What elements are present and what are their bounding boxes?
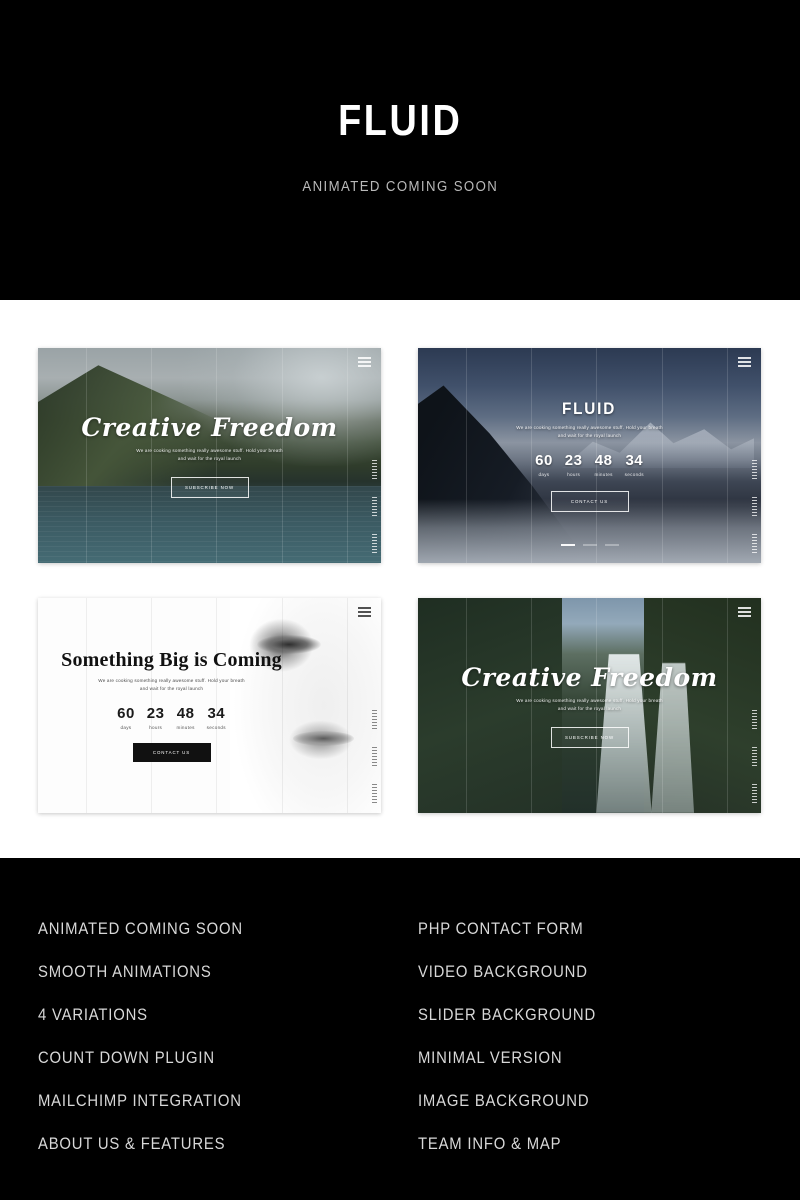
countdown-unit-days: 60 days xyxy=(117,706,135,730)
feature-item: IMAGE BACKGROUND xyxy=(418,1092,590,1110)
countdown-unit-hours: 23 hours xyxy=(147,706,165,730)
feature-item: MAILCHIMP INTEGRATION xyxy=(38,1092,242,1110)
page-title: FLUID xyxy=(337,96,463,145)
tagline-line-2: and wait for the royal launch xyxy=(557,433,622,438)
feature-item: VIDEO BACKGROUND xyxy=(418,963,588,981)
countdown-label: hours xyxy=(149,725,163,731)
page-subtitle: ANIMATED COMING SOON xyxy=(302,178,498,195)
preview-creative-freedom-waterfall[interactable]: Creative Freedom We are cooking somethin… xyxy=(418,598,761,813)
features-column-left: ANIMATED COMING SOON SMOOTH ANIMATIONS 4… xyxy=(38,908,382,1200)
countdown-value: 48 xyxy=(594,452,613,470)
preview-minimal-something-big[interactable]: Something Big is Coming We are cooking s… xyxy=(38,598,381,813)
slider-indicator-1[interactable] xyxy=(560,544,575,546)
countdown-timer: 60 days 23 hours 48 minutes 34 seconds xyxy=(535,453,644,477)
countdown-value: 23 xyxy=(146,705,165,723)
preview-content: FLUID We are cooking something really aw… xyxy=(418,348,761,563)
countdown-label: hours xyxy=(567,472,581,478)
preview-heading: Creative Freedom xyxy=(81,412,338,442)
tagline-line-1: We are cooking something really awesome … xyxy=(98,677,245,683)
preview-heading: Creative Freedom xyxy=(461,662,718,692)
preview-heading: Something Big is Coming xyxy=(61,648,282,671)
preview-creative-freedom-lake[interactable]: Creative Freedom We are cooking somethin… xyxy=(38,348,381,563)
slider-indicator-2[interactable] xyxy=(582,544,597,546)
countdown-label: minutes xyxy=(594,472,613,478)
countdown-label: days xyxy=(120,725,132,731)
tagline-line-2: and wait for the royal launch xyxy=(177,456,242,461)
countdown-unit-minutes: 48 minutes xyxy=(176,706,194,730)
feature-item: 4 VARIATIONS xyxy=(38,1006,148,1024)
feature-item: ABOUT US & FEATURES xyxy=(38,1135,226,1153)
subscribe-now-button[interactable]: SUBSCRIBE NOW xyxy=(170,477,249,499)
tagline-line-2: and wait for the royal launch xyxy=(557,706,622,711)
contact-us-button[interactable]: CONTACT US xyxy=(132,743,211,763)
preview-tagline: We are cooking something really awesome … xyxy=(97,677,247,694)
feature-item: ANIMATED COMING SOON xyxy=(38,920,243,938)
slider-indicator-3[interactable] xyxy=(604,544,619,546)
countdown-unit-days: 60 days xyxy=(535,453,553,477)
preview-content: Creative Freedom We are cooking somethin… xyxy=(38,348,381,563)
contact-us-button[interactable]: CONTACT US xyxy=(550,491,629,513)
countdown-value: 34 xyxy=(625,452,644,470)
preview-fluid-mountains[interactable]: FLUID We are cooking something really aw… xyxy=(418,348,761,563)
feature-item: MINIMAL VERSION xyxy=(418,1049,563,1067)
countdown-unit-hours: 23 hours xyxy=(565,453,583,477)
countdown-unit-minutes: 48 minutes xyxy=(594,453,612,477)
countdown-value: 60 xyxy=(535,452,553,470)
countdown-label: days xyxy=(538,472,550,478)
countdown-value: 34 xyxy=(207,705,226,723)
feature-item: COUNT DOWN PLUGIN xyxy=(38,1049,215,1067)
feature-item: TEAM INFO & MAP xyxy=(418,1135,562,1153)
preview-tagline: We are cooking something really awesome … xyxy=(515,697,665,714)
preview-gallery: Creative Freedom We are cooking somethin… xyxy=(0,300,800,858)
preview-tagline: We are cooking something really awesome … xyxy=(515,424,665,441)
preview-tagline: We are cooking something really awesome … xyxy=(135,447,285,464)
feature-item: SMOOTH ANIMATIONS xyxy=(38,963,212,981)
preview-heading: FLUID xyxy=(562,398,617,418)
countdown-label: seconds xyxy=(624,472,644,478)
tagline-line-1: We are cooking something really awesome … xyxy=(516,424,663,430)
countdown-value: 48 xyxy=(176,705,195,723)
preview-content: Creative Freedom We are cooking somethin… xyxy=(418,598,761,813)
feature-item: PHP CONTACT FORM xyxy=(418,920,584,938)
feature-item: SLIDER BACKGROUND xyxy=(418,1006,596,1024)
countdown-timer: 60 days 23 hours 48 minutes 34 seconds xyxy=(117,706,226,730)
countdown-label: seconds xyxy=(206,725,226,731)
preview-content: Something Big is Coming We are cooking s… xyxy=(38,598,381,813)
tagline-line-1: We are cooking something really awesome … xyxy=(516,697,663,703)
features-section: ANIMATED COMING SOON SMOOTH ANIMATIONS 4… xyxy=(0,858,800,1200)
countdown-label: minutes xyxy=(176,725,195,731)
countdown-unit-seconds: 34 seconds xyxy=(207,706,226,730)
countdown-unit-seconds: 34 seconds xyxy=(625,453,644,477)
tagline-line-2: and wait for the royal launch xyxy=(139,686,204,691)
countdown-value: 23 xyxy=(564,452,583,470)
page-header: FLUID ANIMATED COMING SOON xyxy=(0,0,800,300)
features-column-right: PHP CONTACT FORM VIDEO BACKGROUND SLIDER… xyxy=(418,908,762,1200)
tagline-line-1: We are cooking something really awesome … xyxy=(136,447,283,453)
countdown-value: 60 xyxy=(117,705,135,723)
subscribe-now-button[interactable]: SUBSCRIBE NOW xyxy=(550,727,629,749)
slider-indicators[interactable] xyxy=(560,544,619,546)
